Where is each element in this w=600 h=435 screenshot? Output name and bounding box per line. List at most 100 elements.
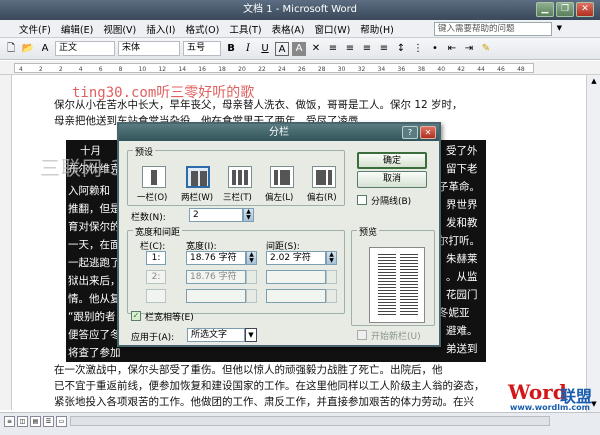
doc-line-4: 已不宜于重返前线，便参加恢复和建设国家的工作。在这里他同样以工人阶级主人翁的姿态…: [54, 380, 485, 392]
italic-button[interactable]: I: [241, 42, 255, 56]
align-right-icon[interactable]: ≡: [360, 42, 374, 56]
scroll-up-icon[interactable]: ▲: [589, 77, 599, 87]
preset-three-columns[interactable]: [228, 166, 252, 188]
style-select[interactable]: 正文: [55, 41, 115, 56]
presets-group: 预设 一栏(O) 两栏(W) 三栏(T) 偏左(L) 偏右(R): [127, 145, 345, 206]
col-spacing-spinner[interactable]: ▲ ▼: [326, 251, 337, 265]
columns-preview: [369, 247, 425, 323]
col-width-spinner[interactable]: [246, 270, 257, 284]
open-folder-icon[interactable]: 📂: [21, 42, 35, 56]
doc-line-3: 在一次激战中，保尔头部受了重伤。但他以惊人的顽强毅力战胜了死亡。出院后，他: [54, 364, 443, 376]
horizontal-scrollbar[interactable]: [70, 416, 550, 426]
sel-line: 留下老: [446, 163, 478, 175]
help-icon[interactable]: ?: [402, 126, 418, 139]
print-view-icon[interactable]: ▤: [30, 416, 41, 427]
web-view-icon[interactable]: ◫: [17, 416, 28, 427]
ruler-tick: 20: [238, 66, 246, 73]
preset-one-column[interactable]: [142, 166, 166, 188]
highlight-icon[interactable]: ✎: [479, 42, 493, 56]
col-spacing-input[interactable]: 2.02 字符: [266, 251, 326, 265]
ruler-tick: 46: [497, 66, 505, 73]
help-search-input[interactable]: 键入需要帮助的问题: [434, 22, 552, 36]
menu-help[interactable]: 帮助(H): [355, 22, 399, 36]
sel-line: 。从监: [446, 271, 478, 283]
width-spacing-label: 宽度和间距: [133, 225, 183, 238]
decrease-indent-icon[interactable]: ⇤: [445, 42, 459, 56]
reading-view-icon[interactable]: ▭: [56, 416, 67, 427]
align-center-icon[interactable]: ≡: [343, 42, 357, 56]
sel-line: 育对保尔的: [68, 221, 121, 233]
char-scale-icon[interactable]: ✕: [309, 42, 323, 56]
col-spacing-input[interactable]: [266, 289, 326, 303]
col-number: 1:: [146, 251, 166, 265]
bullets-icon[interactable]: •: [428, 42, 442, 56]
dialog-title: 分栏: [119, 124, 439, 141]
new-document-icon[interactable]: 🗋: [4, 42, 18, 56]
col-spacing-input[interactable]: [266, 270, 326, 284]
chevron-down-icon[interactable]: ▼: [245, 328, 257, 342]
maximize-icon[interactable]: ❐: [556, 2, 574, 17]
menu-tools[interactable]: 工具(T): [224, 22, 266, 36]
vertical-scrollbar[interactable]: ▲ ▼: [586, 75, 600, 412]
close-icon[interactable]: ✕: [420, 126, 436, 139]
menu-insert[interactable]: 插入(I): [141, 22, 180, 36]
numbering-icon[interactable]: ⋮: [411, 42, 425, 56]
preset-right[interactable]: [312, 166, 336, 188]
menu-view[interactable]: 视图(V): [98, 22, 141, 36]
ruler-tick: 2: [38, 66, 43, 73]
apply-to-select[interactable]: 所选文字: [187, 328, 245, 342]
start-new-col-checkbox[interactable]: [357, 330, 367, 340]
font-size-select[interactable]: 五号: [183, 41, 221, 56]
ok-button[interactable]: 确定: [357, 152, 427, 169]
preview-label: 预览: [357, 225, 380, 238]
bold-button[interactable]: B: [224, 42, 238, 56]
ruler-tick: 42: [457, 66, 465, 73]
ruler-tick: 2: [58, 66, 63, 73]
sel-line: 子革命。: [438, 181, 480, 193]
menu-file[interactable]: 文件(F): [14, 22, 56, 36]
preset-left[interactable]: [270, 166, 294, 188]
increase-indent-icon[interactable]: ⇥: [462, 42, 476, 56]
menu-table[interactable]: 表格(A): [267, 22, 310, 36]
horizontal-ruler[interactable]: 4 2 2 4 6 8 10 12 14 16 18 20 22 24 26 28 30 32 34 36 38 40 42…: [0, 61, 600, 75]
col-width-input[interactable]: [186, 289, 246, 303]
font-select[interactable]: 宋体: [118, 41, 180, 56]
line-spacing-icon[interactable]: ↕: [394, 42, 408, 56]
align-left-icon[interactable]: ≡: [326, 42, 340, 56]
menu-edit[interactable]: 编辑(E): [56, 22, 98, 36]
window-title: 文档 1 - Microsoft Word: [243, 4, 357, 15]
menu-window[interactable]: 窗口(W): [309, 22, 355, 36]
col-width-input[interactable]: 18.76 字符: [186, 270, 246, 284]
sel-line: 狱出来后，: [68, 275, 121, 287]
ruler-tick: 38: [417, 66, 426, 73]
justify-icon[interactable]: ≡: [377, 42, 391, 56]
menu-format[interactable]: 格式(O): [180, 22, 224, 36]
underline-button[interactable]: U: [258, 42, 272, 56]
col-width-input[interactable]: 18.76 字符: [186, 251, 246, 265]
cancel-button[interactable]: 取消: [357, 171, 427, 188]
col-spacing-spinner[interactable]: [326, 270, 337, 284]
preset-label: 一栏(O): [137, 193, 168, 203]
char-shading-button[interactable]: A: [292, 41, 306, 56]
normal-view-icon[interactable]: ≡: [4, 416, 15, 427]
line-between-checkbox[interactable]: [357, 195, 367, 205]
close-icon[interactable]: ✕: [576, 2, 594, 17]
col-spacing-spinner[interactable]: [326, 289, 337, 303]
sel-line: 将查了参加: [68, 347, 121, 359]
styles-pane-icon[interactable]: A: [38, 42, 52, 56]
outline-view-icon[interactable]: ☰: [43, 416, 54, 427]
preset-label: 两栏(W): [181, 193, 214, 203]
char-border-button[interactable]: A: [275, 41, 289, 56]
equal-width-checkbox[interactable]: ✓: [131, 311, 141, 321]
num-cols-input[interactable]: 2: [189, 208, 243, 222]
preset-two-columns[interactable]: [186, 166, 210, 188]
chevron-down-icon[interactable]: ▼: [557, 24, 562, 32]
width-spacing-group: 宽度和间距 栏(C): 宽度(I): 间距(S): 1: 18.76 字符 ▲ ▼…: [127, 225, 345, 314]
col-width-spinner[interactable]: ▲ ▼: [246, 251, 257, 265]
ruler-tick: 16: [198, 66, 206, 73]
minimize-icon[interactable]: ▁: [536, 2, 554, 17]
doc-line-5: 紧张地投入各项艰苦的工作。他做团的工作、肃反工作，并直接参加艰苦的体力劳动。在兴: [54, 396, 474, 408]
num-cols-spinner[interactable]: ▲ ▼: [243, 208, 254, 222]
col-width-spinner[interactable]: [246, 289, 257, 303]
vertical-ruler[interactable]: [0, 75, 12, 410]
